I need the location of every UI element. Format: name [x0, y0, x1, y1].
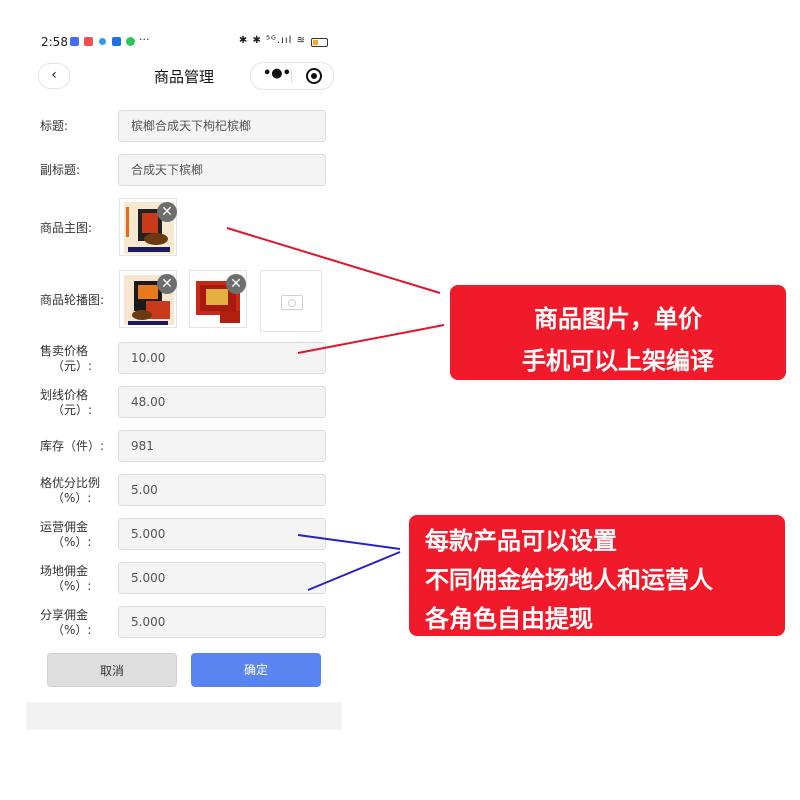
- stock-input[interactable]: 981: [118, 430, 326, 462]
- status-bar: 2:58 ··· ✱ ✱ ⁵ᴳ.ııl ≋: [26, 26, 342, 56]
- discount-ratio-label: 格优分比例 （%）:: [40, 476, 101, 505]
- status-time: 2:58: [41, 35, 68, 49]
- nav-bar: ‹ 商品管理 •●•: [26, 62, 342, 92]
- camera-icon: [281, 295, 303, 310]
- callout-text: 手机可以上架编译: [522, 347, 714, 375]
- ops-commission-input[interactable]: 5.000: [118, 518, 326, 550]
- callout-text: 商品图片，单价: [534, 305, 702, 333]
- sale-price-label: 售卖价格 （元）:: [40, 344, 93, 373]
- list-price-input[interactable]: 48.00: [118, 386, 326, 418]
- miniprogram-capsule: •●•: [250, 62, 334, 90]
- delete-image-button[interactable]: ✕: [157, 274, 177, 294]
- ops-commission-label: 运营佣金 （%）:: [40, 520, 92, 549]
- delete-image-button[interactable]: ✕: [157, 202, 177, 222]
- wechat-icon: [126, 37, 135, 46]
- battery-icon: [311, 38, 328, 47]
- annotation-callout-commission: 每款产品可以设置 不同佣金给场地人和运营人 各角色自由提现: [409, 515, 785, 636]
- close-miniprogram-button[interactable]: [306, 68, 322, 84]
- delete-image-button[interactable]: ✕: [226, 274, 246, 294]
- app-notification-icon: [70, 37, 79, 46]
- discount-ratio-input[interactable]: 5.00: [118, 474, 326, 506]
- capsule-divider: [291, 69, 292, 83]
- app-notification-icon: [112, 37, 121, 46]
- share-commission-input[interactable]: 5.000: [118, 606, 326, 638]
- add-image-button[interactable]: [260, 270, 322, 332]
- title-input[interactable]: 槟榔合成天下枸杞槟榔: [118, 110, 326, 142]
- sale-price-input[interactable]: 10.00: [118, 342, 326, 374]
- cancel-button[interactable]: 取消: [47, 653, 177, 687]
- callout-text: 不同佣金给场地人和运营人: [425, 566, 713, 594]
- status-icons: ✱ ✱ ⁵ᴳ.ııl ≋: [238, 35, 306, 46]
- stock-label: 库存（件）:: [40, 439, 105, 453]
- list-price-label: 划线价格 （元）:: [40, 388, 93, 417]
- subtitle-input[interactable]: 合成天下槟榔: [118, 154, 326, 186]
- main-image-label: 商品主图:: [40, 221, 93, 235]
- carousel-label: 商品轮播图:: [40, 293, 105, 307]
- app-notification-icon: [99, 38, 106, 45]
- share-commission-label: 分享佣金 （%）:: [40, 608, 92, 637]
- phone-screen: 2:58 ··· ✱ ✱ ⁵ᴳ.ııl ≋ ‹ 商品管理 •●• 标题: 槟榔合…: [26, 26, 342, 730]
- subtitle-label: 副标题:: [40, 163, 81, 177]
- callout-text: 各角色自由提现: [425, 605, 593, 633]
- more-button[interactable]: •●•: [263, 66, 291, 81]
- annotation-callout-images-price: 商品图片，单价 手机可以上架编译: [450, 285, 786, 380]
- callout-text: 每款产品可以设置: [425, 527, 617, 555]
- bottom-safe-area: [26, 702, 342, 730]
- venue-commission-input[interactable]: 5.000: [118, 562, 326, 594]
- title-label: 标题:: [40, 119, 69, 133]
- venue-commission-label: 场地佣金 （%）:: [40, 564, 92, 593]
- app-notification-icon: [84, 37, 93, 46]
- more-notifications-icon: ···: [139, 33, 150, 46]
- confirm-button[interactable]: 确定: [191, 653, 321, 687]
